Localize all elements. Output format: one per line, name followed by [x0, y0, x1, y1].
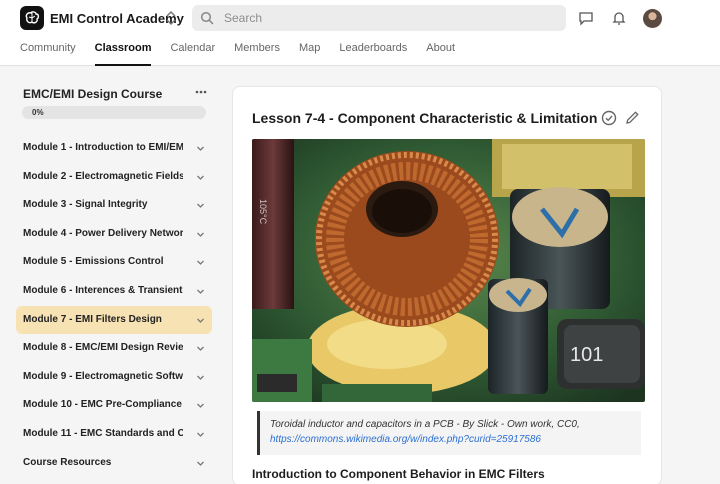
module-item[interactable]: Course Resources	[16, 449, 212, 478]
app-logo[interactable]	[20, 6, 44, 30]
lesson-card: Lesson 7-4 - Component Characteristic & …	[232, 86, 662, 484]
top-header: EMI Control Academy Search Community Cla…	[0, 0, 720, 66]
chevron-down-icon[interactable]	[196, 287, 205, 296]
module-label: Module 10 - EMC Pre-Compliance	[23, 399, 182, 411]
module-label: Module 9 - Electromagnetic Softwa...	[23, 370, 183, 382]
chevron-down-icon[interactable]	[196, 201, 205, 210]
tab-calendar[interactable]: Calendar	[170, 42, 215, 66]
more-options-icon[interactable]	[194, 86, 208, 98]
main-nav: Community Classroom Calendar Members Map…	[20, 42, 474, 66]
chevron-down-icon[interactable]	[196, 144, 205, 153]
module-label: Module 4 - Power Delivery Network...	[23, 227, 183, 239]
search-input[interactable]: Search	[192, 5, 566, 31]
chevron-down-icon[interactable]	[196, 316, 205, 325]
module-item[interactable]: Module 10 - EMC Pre-Compliance	[16, 391, 212, 420]
module-item[interactable]: Module 1 - Introduction to EMI/EMC	[16, 134, 212, 163]
caption-text: Toroidal inductor and capacitors in a PC…	[270, 419, 580, 430]
module-item[interactable]: Module 4 - Power Delivery Network...	[16, 220, 212, 249]
module-label: Module 11 - EMC Standards and Co...	[23, 427, 183, 439]
search-icon	[200, 11, 214, 25]
module-label: Course Resources	[23, 456, 112, 468]
section-heading: Introduction to Component Behavior in EM…	[252, 467, 545, 481]
tab-leaderboards[interactable]: Leaderboards	[339, 42, 407, 66]
chevron-down-icon[interactable]	[196, 230, 205, 239]
module-item[interactable]: Module 2 - Electromagnetic Fields	[16, 163, 212, 192]
module-label: Module 3 - Signal Integrity	[23, 199, 148, 211]
tab-map[interactable]: Map	[299, 42, 320, 66]
module-label: Module 2 - Electromagnetic Fields	[23, 170, 183, 182]
bell-icon[interactable]	[611, 10, 627, 26]
module-label: Module 8 - EMC/EMI Design Reviews	[23, 342, 183, 354]
chevron-up-down-icon[interactable]	[163, 8, 179, 28]
module-item[interactable]: Module 6 - Interences & Transient I...	[16, 277, 212, 306]
chevron-down-icon[interactable]	[196, 344, 205, 353]
tab-community[interactable]: Community	[20, 42, 76, 66]
module-label: Module 5 - Emissions Control	[23, 256, 164, 268]
progress-label: 0%	[32, 108, 44, 117]
tab-about[interactable]: About	[426, 42, 455, 66]
module-item[interactable]: Module 9 - Electromagnetic Softwa...	[16, 363, 212, 392]
brain-icon	[25, 11, 40, 24]
module-item[interactable]: Module 8 - EMC/EMI Design Reviews	[16, 334, 212, 363]
module-item[interactable]: Module 11 - EMC Standards and Co...	[16, 420, 212, 449]
chevron-down-icon[interactable]	[196, 173, 205, 182]
chevron-down-icon[interactable]	[196, 373, 205, 382]
module-item-active[interactable]: Module 7 - EMI Filters Design	[16, 305, 212, 335]
tab-classroom[interactable]: Classroom	[94, 42, 151, 66]
chevron-down-icon[interactable]	[196, 459, 205, 468]
svg-text:105°C: 105°C	[258, 199, 268, 225]
pencil-icon[interactable]	[625, 110, 640, 125]
image-caption: Toroidal inductor and capacitors in a PC…	[257, 411, 641, 455]
course-title: EMC/EMI Design Course	[23, 87, 163, 101]
tab-members[interactable]: Members	[234, 42, 280, 66]
module-label: Module 7 - EMI Filters Design	[23, 313, 162, 325]
course-progress-bar: 0%	[22, 106, 206, 119]
inductor-marking: 101	[570, 344, 603, 366]
user-avatar[interactable]	[643, 9, 662, 28]
module-label: Module 6 - Interences & Transient I...	[23, 284, 183, 296]
chevron-down-icon[interactable]	[196, 258, 205, 267]
chat-icon[interactable]	[578, 10, 594, 26]
lesson-photo: 105°C 101	[252, 139, 645, 402]
lesson-title: Lesson 7-4 - Component Characteristic & …	[252, 110, 598, 126]
module-item[interactable]: Module 5 - Emissions Control	[16, 248, 212, 277]
caption-link[interactable]: https://commons.wikimedia.org/w/index.ph…	[270, 434, 541, 445]
check-circle-icon[interactable]	[601, 110, 617, 126]
module-list: Module 1 - Introduction to EMI/EMC Modul…	[16, 134, 212, 477]
chevron-down-icon[interactable]	[196, 430, 205, 439]
search-placeholder: Search	[224, 11, 263, 25]
chevron-down-icon[interactable]	[196, 401, 205, 410]
module-label: Module 1 - Introduction to EMI/EMC	[23, 142, 183, 153]
module-item[interactable]: Module 3 - Signal Integrity	[16, 191, 212, 220]
